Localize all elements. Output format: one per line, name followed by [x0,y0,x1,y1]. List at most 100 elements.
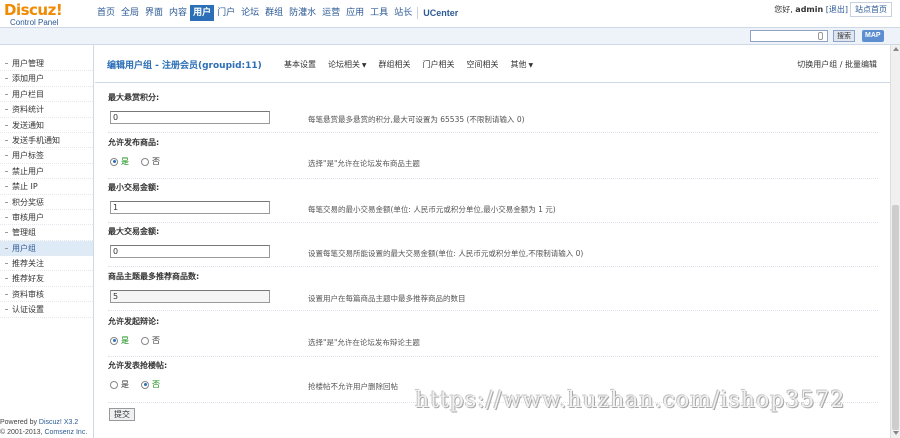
search-button[interactable]: 搜索 [833,30,855,42]
nav-divider [417,7,419,19]
nav-group[interactable]: 群组 [262,5,286,21]
allow-rush-no-radio[interactable] [141,380,149,389]
powered-by: Powered by Discuz! X3.2 [0,419,78,426]
vertical-scrollbar[interactable] [890,45,900,438]
allow-rush-no-label[interactable]: 否 [152,379,160,390]
sidebar-item-send-notice[interactable]: 发送通知 [0,118,93,133]
switch-group-link[interactable]: 切换用户组 / 批量编辑 [797,59,877,70]
sidebar-item-ban-ip[interactable]: 禁止 IP [0,179,93,195]
nav-founder[interactable]: 站长 [391,5,415,21]
allow-debate-yes-label[interactable]: 是 [121,335,129,346]
copyright-brand-link[interactable]: Comsenz Inc. [44,429,87,436]
logout-link[interactable]: [退出] [826,5,848,14]
tab-basic[interactable]: 基本设置 [284,59,316,70]
allow-trade-no-label[interactable]: 否 [152,156,160,167]
nav-forum[interactable]: 论坛 [238,5,262,21]
discuz-logo[interactable]: Discuz! Control Panel [4,2,90,27]
logo-text: Discuz! [4,1,63,19]
form-row-allow-trade: 允许发布商品: 是 否 选择"是"允许在论坛发布商品主题 [108,133,878,179]
sidebar-item-profile-stats[interactable]: 资料统计 [0,102,93,118]
allow-debate-radios: 是 否 [110,335,172,346]
max-reward-help: 每笔悬赏最多悬赏的积分,最大可设置为 65535 (不限制请输入 0) [308,115,525,124]
allow-debate-label: 允许发起辩论: [108,317,160,326]
form-row-max-recommend: 商品主题最多推荐商品数: 5 设置用户在每篇商品主题中最多推荐商品的数目 [108,267,878,311]
scroll-down-arrow-icon[interactable] [893,431,899,435]
allow-debate-no-radio[interactable] [141,336,149,345]
allow-trade-no-radio[interactable] [141,157,149,166]
main-content: 编辑用户组 - 注册会员(groupid:11) 基本设置 论坛相关 ▼ 群组相… [95,45,890,438]
sidebar-item-user-groups[interactable]: 用户组 [0,240,93,257]
sidebar-item-admin-groups[interactable]: 管理组 [0,225,93,241]
tab-other[interactable]: 其他 ▼ [511,59,534,70]
sidebar-item-recommend-friends[interactable]: 推荐好友 [0,271,93,287]
max-recommend-label: 商品主题最多推荐商品数: [108,272,200,281]
sidebar-item-moderate-users[interactable]: 审核用户 [0,210,93,226]
page-header: 编辑用户组 - 注册会员(groupid:11) 基本设置 论坛相关 ▼ 群组相… [95,45,890,83]
sidebar: 用户管理 添加用户 用户栏目 资料统计 发送通知 发送手机通知 用户标签 禁止用… [0,45,94,438]
top-header: Discuz! Control Panel 首页 全局 界面 内容 用户 门户 … [0,0,900,28]
powered-brand-link[interactable]: Discuz! X3.2 [39,419,78,426]
greeting-text: 您好, [774,5,793,14]
sidebar-item-profile-review[interactable]: 资料审核 [0,287,93,303]
nav-content[interactable]: 内容 [166,5,190,21]
tab-group-label: 群组相关 [378,60,411,69]
sidebar-item-recommend-follow[interactable]: 推荐关注 [0,256,93,272]
allow-trade-yes-radio[interactable] [110,157,118,166]
sidebar-item-user-manage[interactable]: 用户管理 [0,56,93,72]
tab-forum-label: 论坛相关 [328,60,360,69]
scroll-up-arrow-icon[interactable] [893,47,899,51]
allow-rush-help: 抢楼帖不允许用户删除回帖 [308,382,398,391]
max-reward-input[interactable]: 0 [110,111,270,124]
nav-extended[interactable]: 运营 [319,5,343,21]
tab-forum[interactable]: 论坛相关 ▼ [328,59,367,70]
allow-trade-radios: 是 否 [110,156,172,167]
nav-safe[interactable]: 防灌水 [286,5,319,21]
settings-tabs: 基本设置 论坛相关 ▼ 群组相关 门户相关 空间相关 其他 ▼ [284,59,545,70]
copyright: © 2001-2013, Comsenz Inc. [0,429,87,436]
allow-trade-yes-label[interactable]: 是 [121,156,129,167]
site-home-button[interactable]: 站点首页 [850,2,892,17]
allow-debate-yes-radio[interactable] [110,336,118,345]
tab-other-label: 其他 [510,60,527,69]
nav-portal[interactable]: 门户 [214,5,238,21]
nav-home[interactable]: 首页 [94,5,118,21]
max-reward-label: 最大悬赏积分: [108,93,160,102]
nav-plugin[interactable]: 应用 [343,5,367,21]
nav-global[interactable]: 全局 [118,5,142,21]
sidebar-item-user-tags[interactable]: 用户标签 [0,148,93,164]
microphone-icon[interactable] [818,32,823,40]
nav-user[interactable]: 用户 [190,5,215,21]
sidebar-item-credits[interactable]: 积分奖惩 [0,195,93,210]
max-trade-input[interactable]: 0 [110,245,270,258]
nav-tools[interactable]: 工具 [367,5,391,21]
sidebar-item-ban-user[interactable]: 禁止用户 [0,164,93,180]
max-recommend-input[interactable]: 5 [110,290,270,303]
nav-ucenter[interactable]: UCenter [420,5,461,21]
allow-rush-yes-radio[interactable] [110,380,118,389]
min-trade-input[interactable]: 1 [110,201,270,214]
sidebar-item-send-mobile-notice[interactable]: 发送手机通知 [0,133,93,149]
tab-space-label: 空间相关 [466,60,499,69]
max-trade-help: 设置每笔交易所能设置的最大交易金额(单位: 人民币元或积分单位,不限制请输入 0… [308,249,584,258]
page-title: 编辑用户组 - 注册会员(groupid:11) [107,61,262,71]
nav-style[interactable]: 界面 [142,5,166,21]
scroll-thumb[interactable] [892,205,899,430]
form-row-min-trade: 最小交易金额: 1 每笔交易的最小交易金额(单位: 人民币元或积分单位,最小交易… [108,179,878,223]
username: admin [795,5,824,14]
powered-prefix: Powered by [0,419,39,426]
search-bar: 搜索 MAP [0,28,900,45]
tab-portal[interactable]: 门户相关 [423,59,455,70]
sidebar-item-user-columns[interactable]: 用户栏目 [0,87,93,103]
tab-space[interactable]: 空间相关 [467,59,499,70]
allow-rush-yes-label[interactable]: 是 [121,379,129,390]
min-trade-help: 每笔交易的最小交易金额(单位: 人民币元或积分单位,最小交易金额为 1 元) [308,205,556,214]
submit-button[interactable]: 提交 [109,408,135,421]
sidebar-item-add-user[interactable]: 添加用户 [0,71,93,87]
sidebar-item-verify-settings[interactable]: 认证设置 [0,302,93,318]
tab-group[interactable]: 群组相关 [379,59,411,70]
search-input[interactable] [750,30,828,42]
watermark-text: https://www.huzhan.com/ishop3572 [415,388,846,413]
allow-debate-no-label[interactable]: 否 [152,335,160,346]
user-info: 您好, admin [退出] [774,4,848,15]
map-button[interactable]: MAP [862,30,884,42]
